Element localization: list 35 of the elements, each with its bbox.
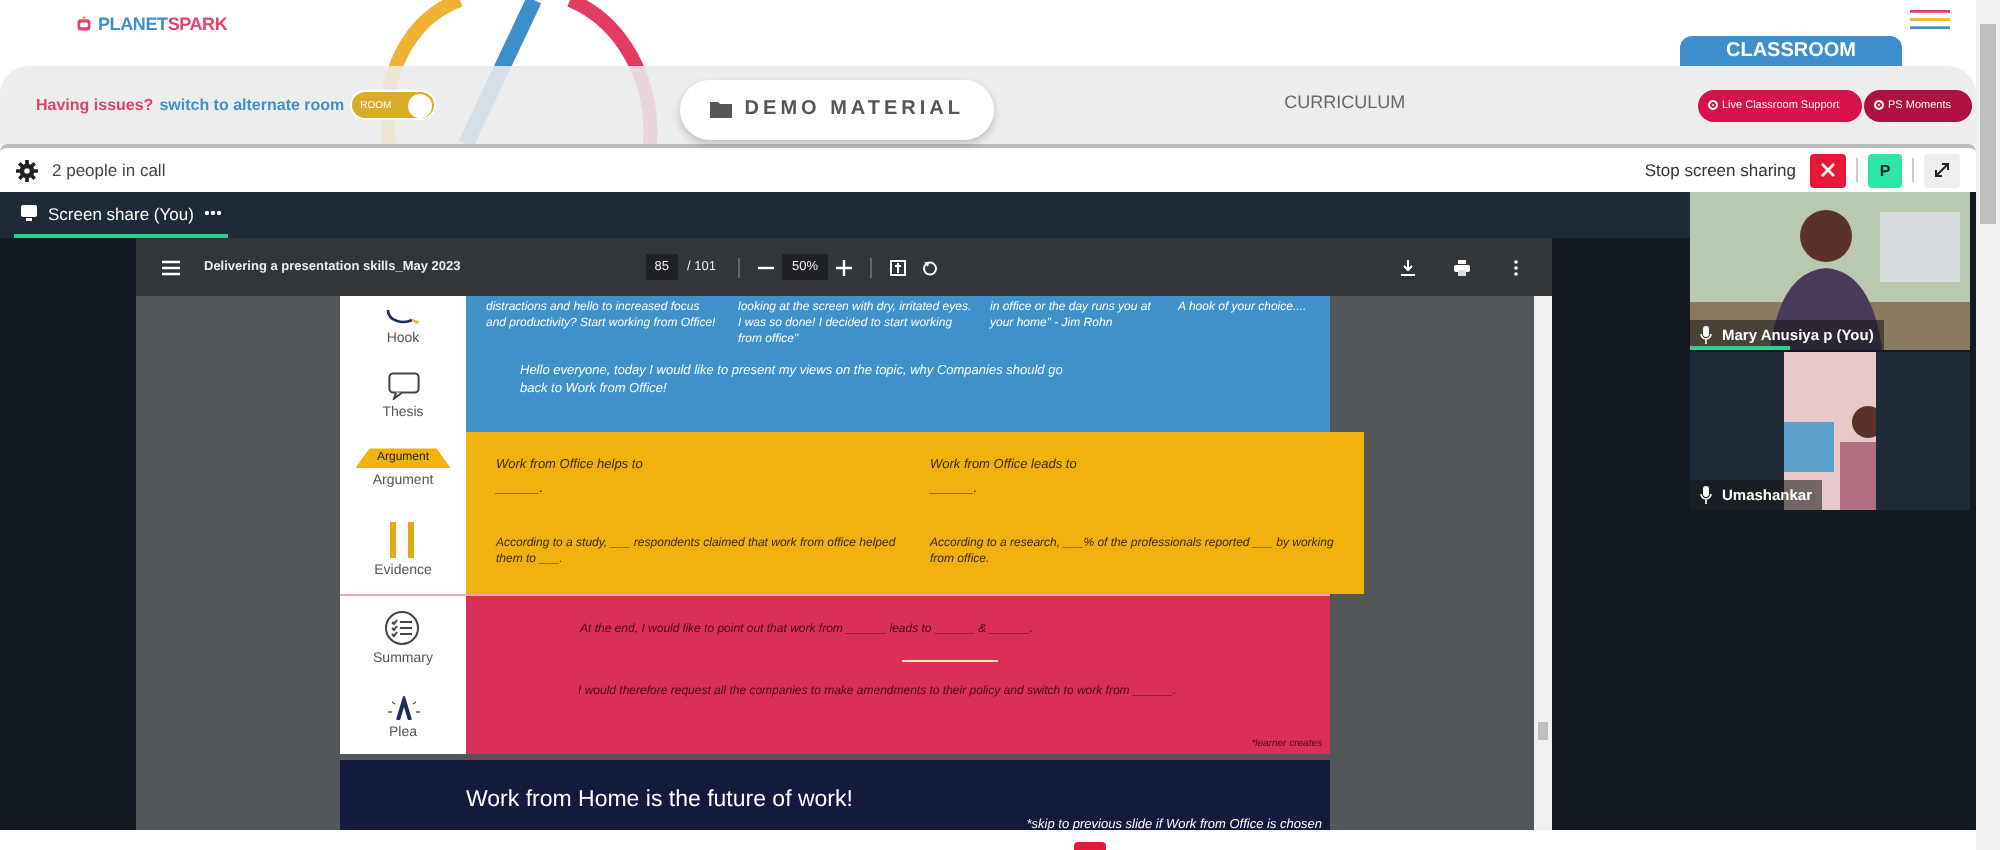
menu-icon[interactable]	[162, 259, 180, 275]
avatar-button[interactable]: P	[1868, 153, 1902, 187]
folder-icon	[710, 100, 733, 118]
robot-logo-icon	[76, 16, 92, 32]
pillars-icon	[386, 521, 419, 558]
demo-material-button[interactable]: DEMO MATERIAL	[680, 79, 995, 139]
hook-icon	[383, 309, 423, 325]
slide-title: Work from Home is the future of work!	[466, 788, 855, 812]
more-vertical-icon[interactable]	[1508, 259, 1524, 275]
speech-bubble-icon	[387, 371, 419, 399]
microphone-icon	[1700, 486, 1712, 504]
fullscreen-button[interactable]	[1924, 153, 1960, 187]
stop-sharing-button[interactable]	[1810, 153, 1846, 187]
settings-icon[interactable]	[16, 159, 38, 181]
download-icon[interactable]	[1400, 259, 1416, 275]
stop-sharing-label: Stop screen sharing	[1644, 160, 1796, 180]
monitor-icon	[20, 204, 38, 222]
record-icon	[1874, 100, 1884, 110]
people-count: 2 people in call	[52, 160, 166, 180]
scrollbar[interactable]	[1534, 296, 1552, 830]
scrollbar[interactable]	[1976, 0, 2000, 850]
indicator-icon	[1074, 842, 1106, 850]
checklist-icon	[384, 610, 421, 647]
raised-figure-icon	[385, 695, 421, 720]
zoom-in-icon[interactable]	[836, 259, 852, 275]
fit-page-icon[interactable]	[890, 259, 906, 275]
print-icon[interactable]	[1454, 259, 1470, 275]
issue-text: Having issues?	[36, 96, 154, 114]
more-icon[interactable]	[203, 210, 222, 216]
close-icon	[1820, 162, 1836, 178]
rotate-icon[interactable]	[922, 259, 938, 275]
record-icon	[1708, 100, 1718, 110]
expand-icon	[1934, 162, 1950, 178]
curriculum-label: CURRICULUM	[1284, 91, 1406, 111]
logo-text: PLANETSPARK	[98, 14, 228, 34]
